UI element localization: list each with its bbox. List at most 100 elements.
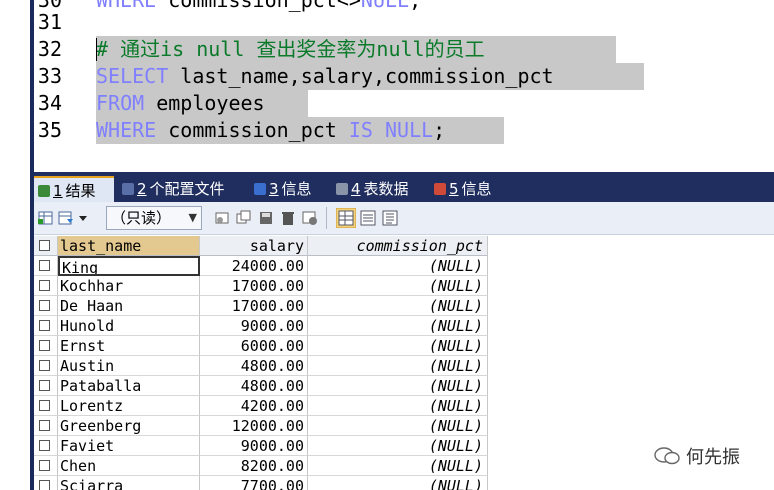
tab-4[interactable]: 4 表数据 bbox=[332, 176, 426, 202]
row-checkbox[interactable] bbox=[39, 440, 50, 451]
grid-cell[interactable]: Ernst bbox=[58, 336, 200, 356]
tab-5[interactable]: 5 信息 bbox=[430, 176, 510, 202]
row-checkbox[interactable] bbox=[39, 240, 50, 251]
grid-cell[interactable]: (NULL) bbox=[308, 416, 488, 436]
table-row[interactable]: King 24000.00 (NULL) bbox=[34, 256, 488, 276]
grid-cell[interactable]: 4800.00 bbox=[200, 356, 308, 376]
row-checkbox[interactable] bbox=[39, 300, 50, 311]
grid-cell[interactable]: 17000.00 bbox=[200, 296, 308, 316]
sql-editor[interactable]: 30 WHERE commission_pct<>NULL; 31 32 # 通过is … bbox=[34, 0, 774, 172]
grid-cell[interactable]: (NULL) bbox=[308, 396, 488, 416]
grid-cell[interactable]: (NULL) bbox=[308, 336, 488, 356]
row-select-cell[interactable] bbox=[34, 276, 58, 296]
row-select-cell[interactable] bbox=[34, 376, 58, 396]
row-checkbox[interactable] bbox=[39, 320, 50, 331]
column-header[interactable]: salary bbox=[200, 236, 308, 256]
table-row[interactable]: Austin 4800.00 (NULL) bbox=[34, 356, 488, 376]
row-select-cell[interactable] bbox=[34, 416, 58, 436]
row-select-cell[interactable] bbox=[34, 296, 58, 316]
row-select-cell[interactable] bbox=[34, 436, 58, 456]
grid-cell[interactable]: (NULL) bbox=[308, 376, 488, 396]
export-grid-icon[interactable] bbox=[38, 210, 54, 226]
grid-cell[interactable]: Chen bbox=[58, 456, 200, 476]
row-select-cell[interactable] bbox=[34, 476, 58, 490]
grid-cell[interactable]: 17000.00 bbox=[200, 276, 308, 296]
row-checkbox[interactable] bbox=[39, 360, 50, 371]
grid-cell[interactable]: 8200.00 bbox=[200, 456, 308, 476]
row-checkbox[interactable] bbox=[39, 460, 50, 471]
grid-cell[interactable]: (NULL) bbox=[308, 276, 488, 296]
grid-cell[interactable]: 12000.00 bbox=[200, 416, 308, 436]
row-select-cell[interactable] bbox=[34, 356, 58, 376]
grid-cell[interactable]: 7700.00 bbox=[200, 476, 308, 490]
grid-cell[interactable]: 9000.00 bbox=[200, 436, 308, 456]
row-select-cell[interactable] bbox=[34, 456, 58, 476]
grid-cell[interactable]: Hunold bbox=[58, 316, 200, 336]
add-row-icon[interactable] bbox=[214, 210, 230, 226]
grid-cell[interactable]: (NULL) bbox=[308, 316, 488, 336]
grid-cell[interactable]: 4800.00 bbox=[200, 376, 308, 396]
table-row[interactable]: Sciarra 7700.00 (NULL) bbox=[34, 476, 488, 490]
table-row[interactable]: Hunold 9000.00 (NULL) bbox=[34, 316, 488, 336]
table-row[interactable]: Pataballa 4800.00 (NULL) bbox=[34, 376, 488, 396]
editor-line[interactable]: 33 SELECT last_name,salary,commission_pct bbox=[34, 63, 774, 90]
tab-1[interactable]: 1 结果 bbox=[34, 176, 114, 202]
grid-cell[interactable]: (NULL) bbox=[308, 476, 488, 490]
grid-cell[interactable]: 6000.00 bbox=[200, 336, 308, 356]
table-row[interactable]: Ernst 6000.00 (NULL) bbox=[34, 336, 488, 356]
grid-cell[interactable]: (NULL) bbox=[308, 436, 488, 456]
grid-cell[interactable]: Pataballa bbox=[58, 376, 200, 396]
chevron-down-icon[interactable] bbox=[78, 210, 88, 226]
row-select-cell[interactable] bbox=[34, 396, 58, 416]
tab-3[interactable]: 3 信息 bbox=[250, 176, 328, 202]
editor-line[interactable]: 35 WHERE commission_pct IS NULL; bbox=[34, 117, 774, 144]
result-grid[interactable]: last_name salary commission_pct King 24000.0… bbox=[34, 236, 488, 490]
grid-header[interactable]: last_name salary commission_pct bbox=[34, 236, 488, 256]
delete-icon[interactable] bbox=[280, 210, 296, 226]
table-row[interactable]: Greenberg 12000.00 (NULL) bbox=[34, 416, 488, 436]
table-row[interactable]: De Haan 17000.00 (NULL) bbox=[34, 296, 488, 316]
grid-view-icon[interactable] bbox=[336, 208, 356, 228]
grid-cell[interactable]: Sciarra bbox=[58, 476, 200, 490]
tab-2[interactable]: 2 个配置文件 bbox=[118, 176, 246, 202]
grid-cell[interactable]: Faviet bbox=[58, 436, 200, 456]
grid-cell[interactable]: Greenberg bbox=[58, 416, 200, 436]
select-all-cell[interactable] bbox=[34, 236, 58, 256]
grid-cell[interactable]: (NULL) bbox=[308, 256, 488, 276]
editor-line[interactable]: 34 FROM employees bbox=[34, 90, 774, 117]
grid-cell[interactable]: 4200.00 bbox=[200, 396, 308, 416]
grid-cell[interactable]: De Haan bbox=[58, 296, 200, 316]
grid-cell[interactable]: (NULL) bbox=[308, 356, 488, 376]
readonly-select[interactable]: （只读） ▼ bbox=[106, 206, 202, 230]
save-icon[interactable] bbox=[258, 210, 274, 226]
text-view-icon[interactable] bbox=[382, 210, 398, 226]
row-checkbox[interactable] bbox=[39, 400, 50, 411]
grid-cell[interactable]: Lorentz bbox=[58, 396, 200, 416]
table-row[interactable]: Kochhar 17000.00 (NULL) bbox=[34, 276, 488, 296]
grid-cell[interactable]: King bbox=[58, 256, 200, 276]
grid-cell[interactable]: 24000.00 bbox=[200, 256, 308, 276]
copy-row-icon[interactable] bbox=[236, 210, 252, 226]
cancel-changes-icon[interactable] bbox=[302, 210, 318, 226]
grid-cell[interactable]: Austin bbox=[58, 356, 200, 376]
row-select-cell[interactable] bbox=[34, 336, 58, 356]
grid-cell[interactable]: Kochhar bbox=[58, 276, 200, 296]
grid-cell[interactable]: (NULL) bbox=[308, 296, 488, 316]
table-row[interactable]: Chen 8200.00 (NULL) bbox=[34, 456, 488, 476]
row-checkbox[interactable] bbox=[39, 340, 50, 351]
table-row[interactable]: Lorentz 4200.00 (NULL) bbox=[34, 396, 488, 416]
column-header[interactable]: commission_pct bbox=[308, 236, 488, 256]
import-grid-icon[interactable] bbox=[58, 210, 74, 226]
editor-line[interactable]: 31 bbox=[34, 9, 774, 36]
row-select-cell[interactable] bbox=[34, 256, 58, 276]
form-view-icon[interactable] bbox=[360, 210, 376, 226]
grid-cell[interactable]: (NULL) bbox=[308, 456, 488, 476]
row-checkbox[interactable] bbox=[39, 480, 50, 490]
editor-line[interactable]: 32 # 通过is null 查出奖金率为null的员工 bbox=[34, 36, 774, 63]
row-checkbox[interactable] bbox=[39, 280, 50, 291]
grid-cell[interactable]: 9000.00 bbox=[200, 316, 308, 336]
column-header[interactable]: last_name bbox=[58, 236, 200, 256]
row-select-cell[interactable] bbox=[34, 316, 58, 336]
row-checkbox[interactable] bbox=[39, 380, 50, 391]
row-checkbox[interactable] bbox=[39, 260, 50, 271]
